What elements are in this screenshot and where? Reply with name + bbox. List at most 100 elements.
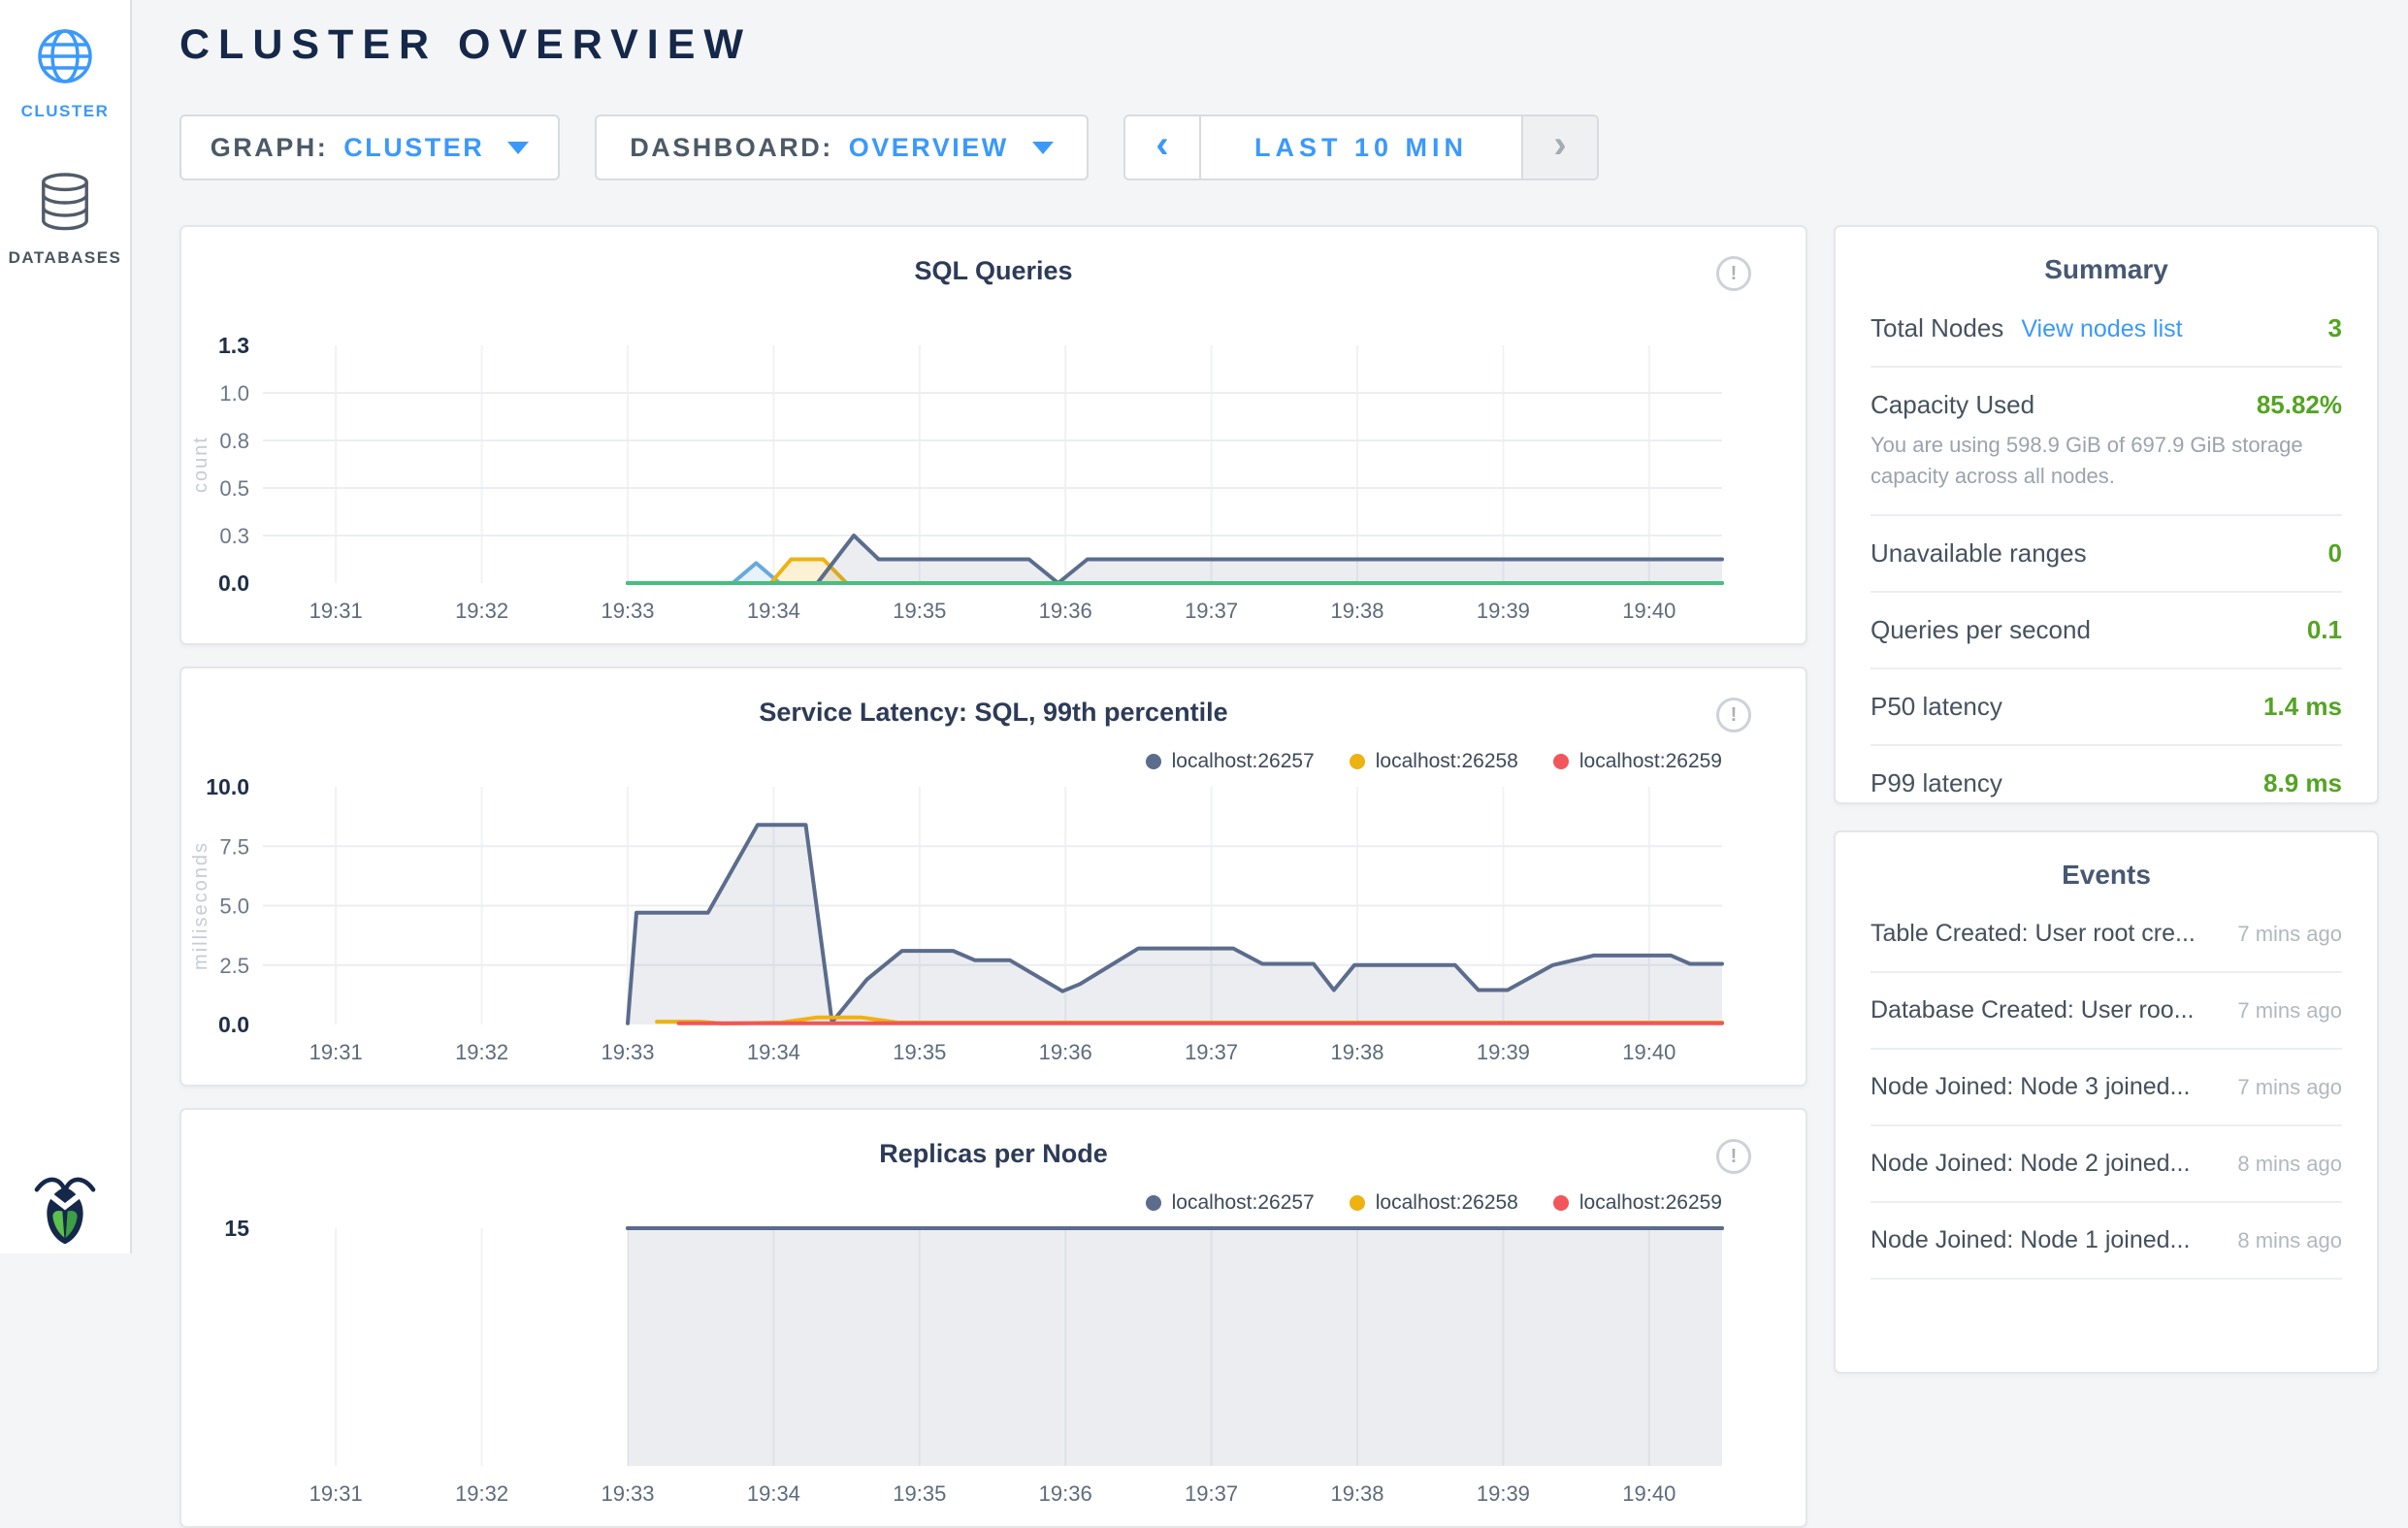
dashboard-dropdown[interactable]: DASHBOARD: OVERVIEW: [595, 114, 1089, 180]
sidebar-item-cluster[interactable]: CLUSTER: [0, 25, 130, 121]
summary-row: Capacity Used 85.82% You are using 598.9 G…: [1871, 366, 2342, 514]
chevron-right-icon: ›: [1553, 125, 1566, 164]
sidebar-item-databases[interactable]: DATABASES: [0, 172, 130, 268]
summary-row-top: Capacity Used 85.82%: [1871, 390, 2342, 420]
summary-label-group: P99 latency: [1871, 768, 2002, 798]
summary-value: 0.1: [2307, 615, 2342, 645]
time-next-button[interactable]: ›: [1523, 116, 1597, 179]
event-time: 8 mins ago: [2237, 1152, 2342, 1177]
service-latency-chart-card: Service Latency: SQL, 99th percentile lo…: [179, 666, 1807, 1087]
cockroachdb-logo[interactable]: [33, 1168, 97, 1250]
summary-label: Total Nodes: [1871, 313, 2003, 343]
svg-text:19:31: 19:31: [309, 599, 363, 623]
summary-rows: Total Nodes View nodes list 3 Capacity Used…: [1871, 291, 2342, 821]
svg-text:19:38: 19:38: [1330, 1040, 1383, 1064]
summary-row-top: Queries per second 0.1: [1871, 615, 2342, 645]
graph-dropdown-value: CLUSTER: [343, 133, 484, 163]
svg-text:5.0: 5.0: [219, 894, 249, 919]
chart-title: SQL Queries: [181, 256, 1806, 286]
svg-text:0.0: 0.0: [218, 1012, 249, 1037]
svg-text:19:34: 19:34: [747, 1040, 800, 1064]
chevron-left-icon: ‹: [1155, 125, 1168, 164]
time-range-value[interactable]: LAST 10 MIN: [1199, 116, 1523, 179]
summary-row: Queries per second 0.1: [1871, 591, 2342, 667]
svg-text:19:38: 19:38: [1330, 599, 1383, 623]
svg-text:1.0: 1.0: [219, 381, 249, 406]
summary-label-group: Queries per second: [1871, 615, 2091, 645]
svg-text:19:32: 19:32: [455, 1481, 508, 1506]
svg-text:19:32: 19:32: [455, 599, 508, 623]
summary-title: Summary: [1871, 254, 2342, 285]
event-text: Node Joined: Node 2 joined...: [1871, 1150, 2190, 1178]
svg-text:7.5: 7.5: [219, 834, 249, 859]
info-icon[interactable]: [1716, 1139, 1751, 1174]
legend-dot: [1146, 1195, 1161, 1211]
svg-text:19:33: 19:33: [601, 1040, 654, 1064]
summary-panel: Summary Total Nodes View nodes list 3 Capac…: [1834, 225, 2379, 804]
svg-text:count: count: [190, 436, 212, 493]
event-time: 7 mins ago: [2237, 1075, 2342, 1100]
sidebar: CLUSTER DATABASES: [0, 0, 132, 1253]
summary-label: Capacity Used: [1871, 390, 2034, 420]
page-title: CLUSTER OVERVIEW: [179, 21, 752, 69]
replicas-per-node-chart-card: Replicas per Node localhost:26257localho…: [179, 1108, 1807, 1528]
summary-value: 85.82%: [2257, 390, 2342, 420]
svg-text:19:36: 19:36: [1039, 599, 1092, 623]
chart-title: Service Latency: SQL, 99th percentile: [181, 698, 1806, 728]
svg-text:15: 15: [224, 1216, 249, 1241]
service-latency-plot[interactable]: 19:3119:3219:3319:3419:3519:3619:3719:38…: [181, 770, 1809, 1071]
svg-text:19:40: 19:40: [1622, 599, 1676, 623]
svg-text:19:39: 19:39: [1477, 1040, 1530, 1064]
event-row: Node Joined: Node 3 joined...7 mins ago: [1871, 1050, 2342, 1126]
event-text: Database Created: User roo...: [1871, 996, 2195, 1024]
graph-dropdown[interactable]: GRAPH: CLUSTER: [179, 114, 560, 180]
globe-icon: [34, 25, 96, 92]
database-icon: [37, 172, 93, 239]
sql-queries-plot[interactable]: 19:3119:3219:3319:3419:3519:3619:3719:38…: [181, 329, 1809, 630]
legend-dot: [1350, 1195, 1365, 1211]
event-time: 7 mins ago: [2237, 998, 2342, 1024]
summary-row: Unavailable ranges0: [1871, 514, 2342, 591]
controls-bar: GRAPH: CLUSTER DASHBOARD: OVERVIEW ‹ LAS…: [179, 114, 1599, 180]
event-time: 7 mins ago: [2237, 922, 2342, 947]
chevron-down-icon: [1032, 142, 1054, 154]
svg-text:19:34: 19:34: [747, 1481, 800, 1506]
svg-text:0.8: 0.8: [219, 429, 249, 453]
svg-text:19:31: 19:31: [309, 1040, 363, 1064]
summary-row-top: Unavailable ranges0: [1871, 538, 2342, 569]
time-prev-button[interactable]: ‹: [1125, 116, 1199, 179]
svg-text:19:36: 19:36: [1039, 1481, 1092, 1506]
sql-queries-chart-card: SQL Queries 19:3119:3219:3319:3419:3519:…: [179, 225, 1807, 645]
svg-text:1.3: 1.3: [218, 333, 249, 358]
events-title: Events: [1871, 860, 2342, 891]
svg-text:2.5: 2.5: [219, 954, 249, 978]
summary-label-group: Capacity Used: [1871, 390, 2034, 420]
summary-row: Total Nodes View nodes list 3: [1871, 291, 2342, 366]
legend-dot: [1146, 754, 1161, 769]
event-row: Table Created: User root cre...7 mins ag…: [1871, 896, 2342, 973]
replicas-per-node-plot[interactable]: 19:3119:3219:3319:3419:3519:3619:3719:38…: [181, 1212, 1809, 1512]
svg-text:19:37: 19:37: [1185, 1040, 1238, 1064]
svg-text:19:38: 19:38: [1330, 1481, 1383, 1506]
summary-label: P50 latency: [1871, 692, 2002, 722]
summary-description: You are using 598.9 GiB of 697.9 GiB sto…: [1871, 430, 2342, 492]
svg-text:19:39: 19:39: [1477, 1481, 1530, 1506]
svg-text:19:35: 19:35: [893, 1481, 946, 1506]
info-icon[interactable]: [1716, 256, 1751, 291]
svg-text:milliseconds: milliseconds: [190, 841, 212, 970]
summary-row-top: Total Nodes View nodes list 3: [1871, 313, 2342, 343]
event-row: Node Joined: Node 1 joined...8 mins ago: [1871, 1203, 2342, 1280]
svg-text:19:34: 19:34: [747, 599, 800, 623]
summary-row: P99 latency 8.9 ms: [1871, 744, 2342, 821]
summary-value: 3: [2328, 313, 2342, 343]
summary-row-top: P50 latency1.4 ms: [1871, 692, 2342, 722]
view-nodes-link[interactable]: View nodes list: [2021, 315, 2182, 343]
info-icon[interactable]: [1716, 698, 1751, 732]
svg-text:10.0: 10.0: [206, 774, 249, 799]
summary-row: P50 latency1.4 ms: [1871, 667, 2342, 744]
svg-text:19:37: 19:37: [1185, 599, 1238, 623]
summary-value: 8.9 ms: [2263, 768, 2342, 798]
cluster-overview-page: CLUSTER DATABASES: [0, 0, 2408, 1253]
svg-text:19:40: 19:40: [1622, 1040, 1676, 1064]
svg-text:19:40: 19:40: [1622, 1481, 1676, 1506]
